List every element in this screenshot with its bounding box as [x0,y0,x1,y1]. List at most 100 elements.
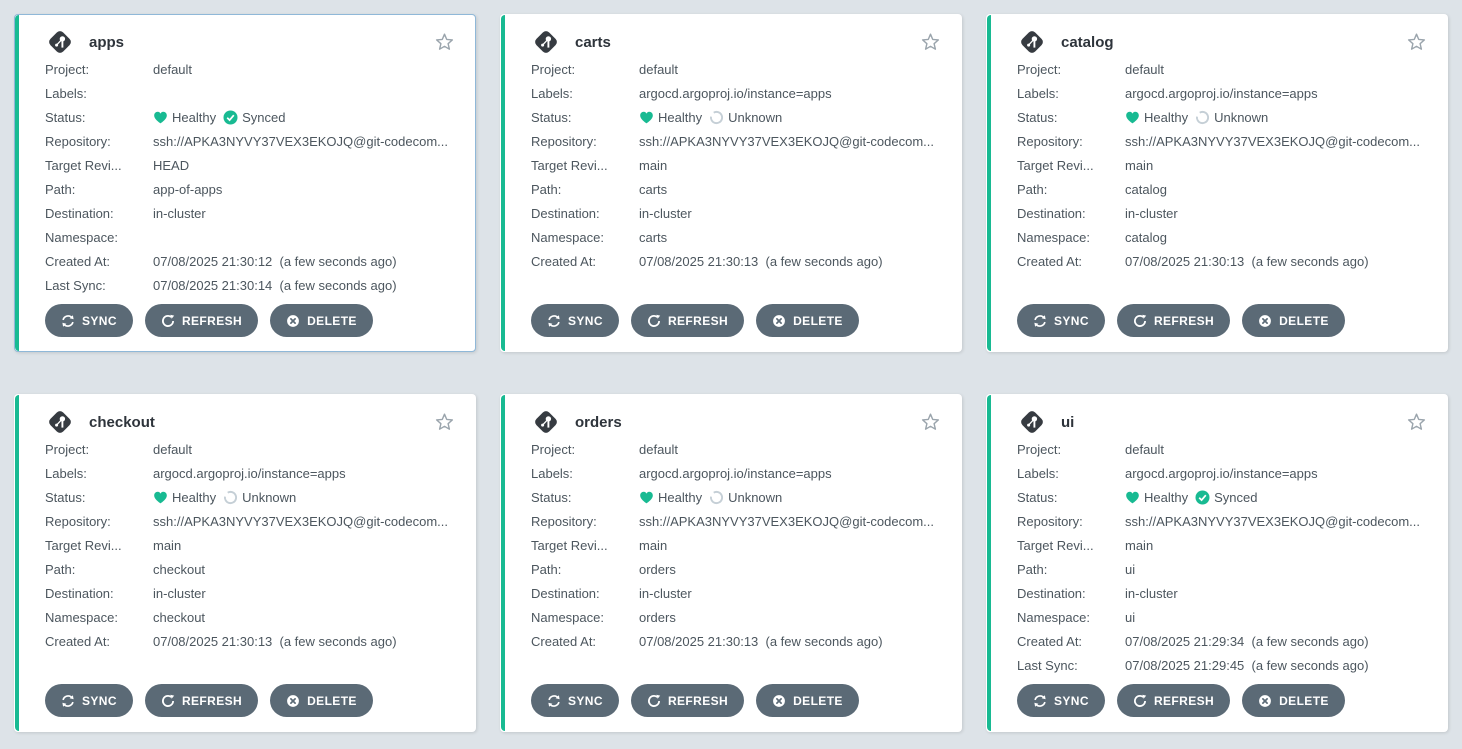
status-label: Unknown [242,490,296,505]
field-row: Project:default [531,437,945,461]
status-unknown: Unknown [709,490,782,505]
field-label: Created At: [45,634,153,649]
field-row: Created At:07/08/2025 21:30:13 (a few se… [531,249,945,273]
refresh-button[interactable]: REFRESH [1117,684,1230,717]
field-row: Repository:ssh://APKA3NYVY37VEX3EKOJQ@gi… [1017,129,1431,153]
sync-icon [1033,694,1047,708]
field-row: Destination:in-cluster [531,581,945,605]
refresh-button[interactable]: REFRESH [631,304,744,337]
field-label: Destination: [531,586,639,601]
application-card[interactable]: ui Project:defaultLabels:argocd.argoproj… [986,394,1448,732]
refresh-button[interactable]: REFRESH [145,684,258,717]
card-actions: SYNC REFRESH DELETE [45,684,459,717]
refresh-button[interactable]: REFRESH [631,684,744,717]
field-row: Labels:argocd.argoproj.io/instance=apps [531,81,945,105]
favorite-star-icon[interactable] [434,412,455,432]
health-ribbon [501,395,505,731]
delete-button[interactable]: DELETE [270,304,373,337]
delete-button[interactable]: DELETE [1242,684,1345,717]
sync-button[interactable]: SYNC [531,684,619,717]
field-row: Project:default [531,57,945,81]
card-header: carts [531,27,945,57]
card-actions: SYNC REFRESH DELETE [531,304,945,337]
application-icon [45,407,75,437]
field-label: Repository: [1017,514,1125,529]
delete-icon [286,694,300,708]
application-card[interactable]: carts Project:defaultLabels:argocd.argop… [500,14,962,352]
favorite-star-icon[interactable] [1406,32,1427,52]
field-label: Project: [1017,62,1125,77]
refresh-icon [161,314,175,328]
card-header: orders [531,407,945,437]
refresh-icon [1133,314,1147,328]
application-name: ui [1061,414,1074,431]
refresh-button[interactable]: REFRESH [145,304,258,337]
status-healthy: Healthy [639,490,702,505]
synced-icon [223,110,238,125]
status-healthy: Healthy [1125,490,1188,505]
field-value: orders [639,562,676,577]
field-label: Namespace: [45,610,153,625]
field-value: checkout [153,610,205,625]
field-rows: Project:defaultLabels:argocd.argoproj.io… [1017,57,1431,273]
health-ribbon [987,395,991,731]
field-row: Target Revi...main [531,533,945,557]
card-header: catalog [1017,27,1431,57]
delete-button[interactable]: DELETE [270,684,373,717]
delete-icon [286,314,300,328]
status-value: HealthyUnknown [153,490,296,505]
field-value: orders [639,610,676,625]
application-icon [1017,407,1047,437]
field-row: Path:catalog [1017,177,1431,201]
delete-button-label: DELETE [307,314,357,328]
sync-button[interactable]: SYNC [45,684,133,717]
favorite-star-icon[interactable] [920,32,941,52]
field-row: Namespace:orders [531,605,945,629]
sync-button[interactable]: SYNC [1017,304,1105,337]
status-value: HealthyUnknown [639,110,782,125]
application-card[interactable]: checkout Project:defaultLabels:argocd.ar… [14,394,476,732]
favorite-star-icon[interactable] [434,32,455,52]
refresh-button[interactable]: REFRESH [1117,304,1230,337]
sync-button[interactable]: SYNC [45,304,133,337]
healthy-icon [1125,491,1140,504]
status-unknown: Unknown [709,110,782,125]
status-value: HealthySynced [153,110,285,125]
field-row: Created At:07/08/2025 21:30:13 (a few se… [45,629,459,653]
application-card[interactable]: orders Project:defaultLabels:argocd.argo… [500,394,962,732]
field-label: Last Sync: [45,278,153,293]
field-row: Project:default [1017,437,1431,461]
field-rows: Project:defaultLabels:argocd.argoproj.io… [45,437,459,653]
field-label: Destination: [1017,206,1125,221]
application-card[interactable]: catalog Project:defaultLabels:argocd.arg… [986,14,1448,352]
field-label: Repository: [1017,134,1125,149]
card-actions: SYNC REFRESH DELETE [1017,684,1431,717]
application-card[interactable]: apps Project:defaultLabels:Status:Health… [14,14,476,352]
delete-button[interactable]: DELETE [1242,304,1345,337]
sync-icon [547,314,561,328]
field-value: in-cluster [153,586,206,601]
sync-button[interactable]: SYNC [531,304,619,337]
status-synced: Synced [223,110,285,125]
delete-button-label: DELETE [793,694,843,708]
field-label: Status: [45,490,153,505]
field-value: ssh://APKA3NYVY37VEX3EKOJQ@git-codecom..… [1125,514,1420,529]
field-label: Target Revi... [531,538,639,553]
field-row: Namespace:catalog [1017,225,1431,249]
field-row: Target Revi...main [45,533,459,557]
field-row: Path:checkout [45,557,459,581]
field-label: Created At: [45,254,153,269]
delete-icon [1258,694,1272,708]
field-row: Created At:07/08/2025 21:29:34 (a few se… [1017,629,1431,653]
field-label: Created At: [531,634,639,649]
favorite-star-icon[interactable] [920,412,941,432]
application-name: checkout [89,414,155,431]
field-label: Path: [45,562,153,577]
delete-button[interactable]: DELETE [756,304,859,337]
application-name: catalog [1061,34,1114,51]
unknown-icon [223,490,238,505]
field-value: 07/08/2025 21:30:13 (a few seconds ago) [639,254,883,269]
favorite-star-icon[interactable] [1406,412,1427,432]
sync-button[interactable]: SYNC [1017,684,1105,717]
delete-button[interactable]: DELETE [756,684,859,717]
